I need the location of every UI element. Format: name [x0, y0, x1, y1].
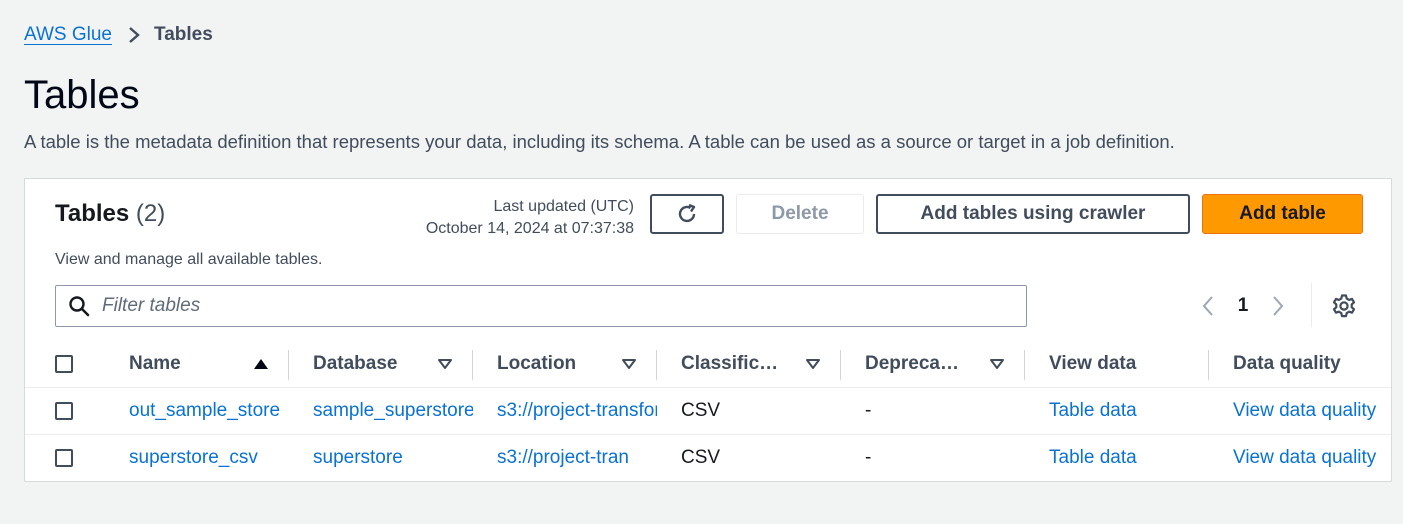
column-header-database[interactable]: Database [289, 341, 473, 388]
gear-icon [1331, 293, 1357, 319]
location-link[interactable]: s3://project-transform [497, 400, 657, 422]
select-all-cell [25, 341, 105, 388]
table-count: (2) [135, 200, 166, 227]
column-header-classification[interactable]: Classific… [657, 341, 841, 388]
preferences-button[interactable] [1329, 291, 1359, 321]
sort-icon[interactable] [805, 358, 821, 370]
tables-panel: Tables (2) Last updated (UTC) October 14… [24, 178, 1392, 482]
table-row: superstore_csv superstore s3://project-t… [25, 435, 1391, 482]
pagination-divider [1311, 283, 1312, 327]
previous-page-button[interactable] [1193, 291, 1223, 321]
breadcrumb-current: Tables [154, 24, 213, 45]
refresh-icon [675, 202, 699, 226]
column-header-view-data: View data [1025, 341, 1209, 388]
page-title: Tables [24, 73, 140, 117]
sort-icon[interactable] [621, 358, 637, 370]
page-description: A table is the metadata definition that … [24, 131, 1175, 152]
select-all-checkbox[interactable] [55, 355, 73, 373]
column-header-deprecated[interactable]: Depreca… [841, 341, 1025, 388]
view-data-quality-link[interactable]: View data quality [1233, 447, 1376, 469]
breadcrumb-aws-glue-link[interactable]: AWS Glue [24, 24, 112, 46]
delete-button[interactable]: Delete [736, 194, 864, 234]
database-link[interactable]: sample_superstore [313, 400, 473, 422]
column-header-name[interactable]: Name [105, 341, 289, 388]
database-link[interactable]: superstore [313, 447, 403, 469]
last-updated: Last updated (UTC) October 14, 2024 at 0… [426, 196, 634, 240]
refresh-button[interactable] [650, 194, 724, 234]
breadcrumb: AWS Glue Tables [24, 22, 213, 48]
sort-ascending-icon[interactable] [253, 358, 269, 370]
next-page-button[interactable] [1263, 291, 1293, 321]
table-data-link[interactable]: Table data [1049, 400, 1137, 422]
search-icon [68, 295, 90, 317]
add-table-button[interactable]: Add table [1202, 194, 1363, 234]
panel-title: Tables (2) [55, 200, 165, 228]
classification-value: CSV [681, 447, 721, 468]
deprecated-value: - [865, 400, 872, 421]
column-header-location[interactable]: Location [473, 341, 657, 388]
sort-icon[interactable] [437, 358, 453, 370]
last-updated-value: October 14, 2024 at 07:37:38 [425, 220, 634, 237]
chevron-left-icon [1201, 295, 1215, 317]
add-tables-using-crawler-button[interactable]: Add tables using crawler [876, 194, 1190, 234]
sort-icon[interactable] [989, 358, 1005, 370]
table-name-link[interactable]: out_sample_store [129, 400, 280, 422]
current-page-number[interactable]: 1 [1223, 295, 1263, 317]
chevron-right-icon [128, 26, 140, 44]
view-data-quality-link[interactable]: View data quality [1233, 400, 1376, 422]
pagination: 1 [1193, 291, 1293, 321]
deprecated-value: - [865, 447, 872, 468]
table-row: out_sample_store sample_superstore s3://… [25, 387, 1391, 435]
column-header-data-quality: Data quality [1209, 341, 1391, 388]
location-link[interactable]: s3://project-tran [497, 447, 629, 469]
table-name-link[interactable]: superstore_csv [129, 447, 258, 469]
filter-box [55, 285, 1027, 327]
panel-subtitle: View and manage all available tables. [55, 251, 323, 268]
last-updated-label: Last updated (UTC) [493, 198, 634, 215]
panel-title-text: Tables [55, 200, 130, 227]
table-header-row: Name Database Location Classific… Deprec… [25, 341, 1391, 388]
row-checkbox[interactable] [55, 402, 73, 420]
tables-table: Name Database Location Classific… Deprec… [25, 341, 1391, 482]
row-checkbox[interactable] [55, 449, 73, 467]
chevron-right-icon [1271, 295, 1285, 317]
filter-tables-input[interactable] [100, 294, 1004, 318]
table-data-link[interactable]: Table data [1049, 447, 1137, 469]
classification-value: CSV [681, 400, 721, 421]
